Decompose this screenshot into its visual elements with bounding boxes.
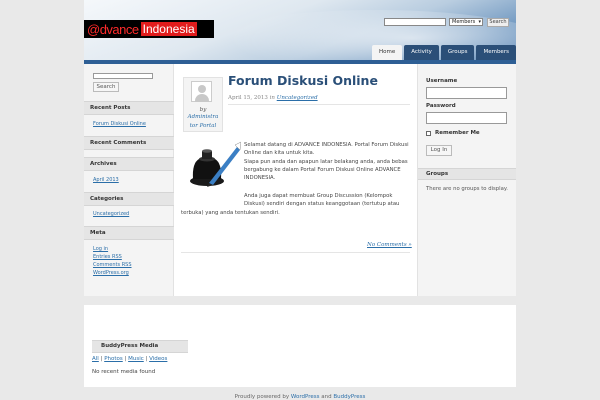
media-filter-photos[interactable]: Photos xyxy=(104,356,123,362)
media-filter-music[interactable]: Music xyxy=(128,356,144,362)
post-line: terbuka) yang anda tentukan sendiri. xyxy=(181,210,280,216)
meta-comments-rss-link[interactable]: Comments RSS xyxy=(93,262,132,268)
widget-title-meta: Meta xyxy=(84,226,174,240)
tab-activity[interactable]: Activity xyxy=(404,45,439,60)
main-nav: Home Activity Groups Members xyxy=(372,45,516,60)
tab-groups[interactable]: Groups xyxy=(440,45,475,60)
widget-title-recent-posts: Recent Posts xyxy=(84,101,174,115)
comments-link[interactable]: No Comments » xyxy=(367,242,412,248)
wordpress-link[interactable]: WordPress xyxy=(291,394,320,400)
site-logo[interactable]: @dvance Indonesia xyxy=(84,20,214,38)
post-paragraph-1: Selamat datang di ADVANCE INDONESIA. Por… xyxy=(244,141,409,182)
widget-title-recent-comments: Recent Comments xyxy=(84,136,174,150)
search-scope-value: Members xyxy=(452,19,476,25)
post-paragraph-2a: Anda juga dapat membuat Group Discussion… xyxy=(244,192,399,209)
sidebar-search-input[interactable] xyxy=(93,73,153,79)
post-in-label: in xyxy=(269,95,275,101)
header-search-input[interactable] xyxy=(384,18,446,26)
post-footer-divider xyxy=(181,252,410,253)
groups-empty-text: There are no groups to display. xyxy=(426,186,508,192)
archive-link[interactable]: April 2013 xyxy=(93,177,119,183)
avatar-body-icon xyxy=(195,94,209,102)
author-name-line1: Administra xyxy=(187,114,219,120)
author-link[interactable]: Administra tor Portal xyxy=(183,113,223,130)
logo-suffix: Indonesia xyxy=(140,22,197,36)
remember-me-label: Remember Me xyxy=(435,130,480,136)
tab-home[interactable]: Home xyxy=(372,45,403,60)
author-name-line2: tor Portal xyxy=(189,122,217,129)
widget-title-buddypress-media: BuddyPress Media xyxy=(92,340,188,353)
meta-entries-rss-link[interactable]: Entries RSS xyxy=(93,254,122,260)
meta-login-link[interactable]: Log in xyxy=(93,246,108,252)
widget-title-groups: Groups xyxy=(418,168,516,180)
header-search-button[interactable]: Search xyxy=(487,18,509,27)
media-filter-all[interactable]: All xyxy=(92,356,99,362)
inkwell-quill-icon xyxy=(190,141,241,187)
buddypress-link[interactable]: BuddyPress xyxy=(333,394,365,400)
post-title[interactable]: Forum Diskusi Online xyxy=(228,73,378,88)
widget-title-archives: Archives xyxy=(84,157,174,171)
post-category-link[interactable]: Uncategorized xyxy=(277,95,318,101)
avatar-head-icon xyxy=(198,85,206,93)
filter-separator: | xyxy=(145,356,148,362)
media-empty-text: No recent media found xyxy=(92,369,156,375)
search-scope-select[interactable]: Members ▾ xyxy=(449,18,483,26)
filter-separator: | xyxy=(100,356,103,362)
remember-me-checkbox[interactable] xyxy=(426,131,431,136)
media-filter-links: All | Photos | Music | Videos xyxy=(92,356,167,362)
password-field[interactable] xyxy=(426,112,507,124)
login-button[interactable]: Log In xyxy=(426,145,452,156)
post-line: Siapa pun anda dan apapun latar belakang… xyxy=(244,158,408,165)
chevron-down-icon: ▾ xyxy=(478,19,481,25)
post-line: bergabung ke dalam Portal Forum Diskusi … xyxy=(244,166,401,173)
avatar[interactable] xyxy=(191,81,212,102)
post-meta: April 15, 2013 in Uncategorized xyxy=(228,95,318,101)
widget-title-categories: Categories xyxy=(84,192,174,206)
post-date: April 15, 2013 xyxy=(228,95,268,101)
post-paragraph-2b: terbuka) yang anda tentukan sendiri. xyxy=(181,209,280,217)
site-credits: Proudly powered by WordPress and BuddyPr… xyxy=(0,394,600,400)
category-link[interactable]: Uncategorized xyxy=(93,211,129,217)
credits-and: and xyxy=(321,394,332,400)
password-label: Password xyxy=(426,103,456,109)
filter-separator: | xyxy=(124,356,127,362)
post-line: Anda juga dapat membuat Group Discussion… xyxy=(244,193,393,199)
post-line: Selamat datang di ADVANCE INDONESIA. Por… xyxy=(244,142,409,148)
post-divider xyxy=(228,104,410,105)
username-field[interactable] xyxy=(426,87,507,99)
credits-prefix: Proudly powered by xyxy=(234,394,290,400)
tab-members[interactable]: Members xyxy=(476,45,516,60)
post-line: INDONESIA. xyxy=(244,175,276,182)
post-line: Online dan kita untuk kita. xyxy=(244,150,315,157)
sidebar-search-button[interactable]: Search xyxy=(93,82,119,92)
media-filter-videos[interactable]: Videos xyxy=(149,356,167,362)
recent-post-link[interactable]: Forum Diskusi Online xyxy=(93,121,146,127)
post-line: Diskusi) sendiri dengan status keanggota… xyxy=(244,201,400,208)
username-label: Username xyxy=(426,78,458,84)
logo-prefix: @dvance xyxy=(87,21,139,37)
meta-wordpress-link[interactable]: WordPress.org xyxy=(93,270,129,276)
